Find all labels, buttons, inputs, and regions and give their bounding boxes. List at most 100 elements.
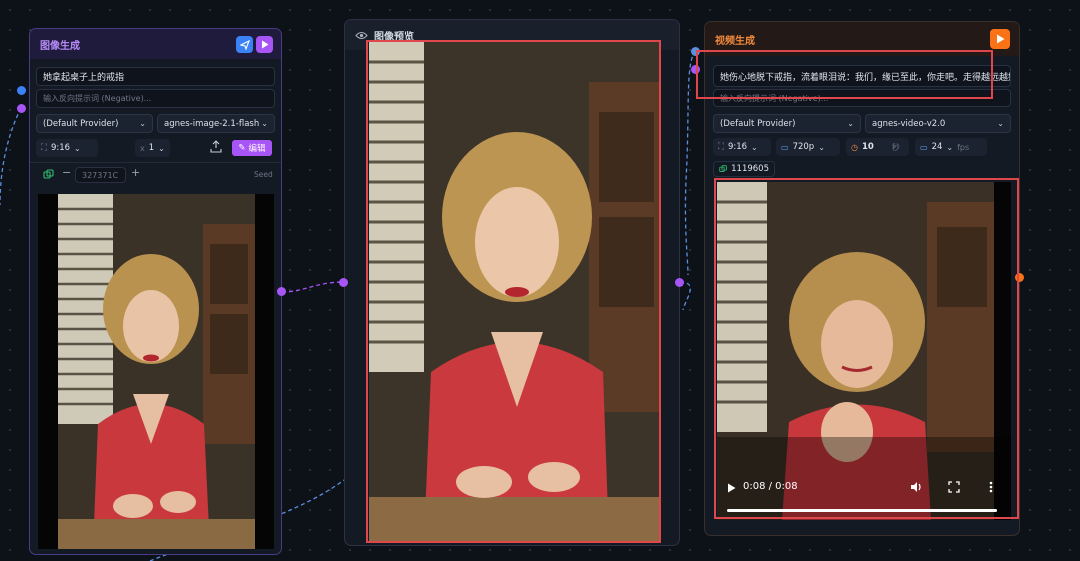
input-handle-blue[interactable] <box>17 86 26 95</box>
video-input-handle-purple[interactable] <box>691 65 700 74</box>
portrait-illustration-large <box>369 42 661 542</box>
seed-input[interactable]: 327371C <box>75 167 126 183</box>
play-pause-button[interactable] <box>727 483 736 493</box>
seed-increment-button[interactable]: + <box>131 166 140 179</box>
model-select[interactable]: agnes-image-2.1-flash ⌄ <box>157 114 275 133</box>
chevron-down-icon: ⌄ <box>751 142 758 152</box>
model-value: agnes-video-v2.0 <box>872 118 946 129</box>
monitor-icon: ▭ <box>781 142 789 152</box>
video-progress-track[interactable] <box>727 509 997 512</box>
video-prompt-text: 她伤心地脱下戒指，流着眼泪说：我们，缘已至此，你走吧。走得越远越好 <box>720 72 1011 83</box>
prompt-text: 她拿起桌子上的戒指 <box>43 73 125 83</box>
video-prompt-input[interactable]: 她伤心地脱下戒指，流着眼泪说：我们，缘已至此，你走吧。走得越远越好 <box>713 65 1011 87</box>
prompt-input[interactable]: 她拿起桌子上的戒指 <box>36 67 275 86</box>
resolution-value: 720p <box>792 142 815 152</box>
wire-image-to-preview <box>281 281 345 293</box>
video-generation-node: 视频生成 她伤心地脱下戒指，流着眼泪说：我们，缘已至此，你走吧。走得越远越好 输… <box>704 21 1020 536</box>
aspect-ratio-icon: ⛶ <box>41 143 47 153</box>
seed-label: Seed <box>254 170 273 179</box>
node-title: 视频生成 <box>715 35 755 47</box>
input-handle-purple[interactable] <box>17 104 26 113</box>
provider-value: (Default Provider) <box>43 118 119 129</box>
video-negative-prompt-input[interactable]: 输入反向提示词 (Negative)... <box>713 89 1011 107</box>
send-button[interactable] <box>236 36 253 53</box>
model-value: agnes-image-2.1-flash <box>164 118 260 129</box>
wire-input-left <box>0 107 22 206</box>
send-icon <box>239 39 250 50</box>
node-header: 视频生成 <box>705 22 1019 56</box>
fullscreen-button[interactable] <box>948 481 960 493</box>
chevron-down-icon: ⌄ <box>261 119 268 128</box>
fullscreen-icon <box>948 481 960 493</box>
preview-output-handle[interactable] <box>675 278 684 287</box>
clock-icon: ◷ <box>851 142 858 152</box>
edit-label: 编辑 <box>248 144 266 154</box>
provider-select[interactable]: (Default Provider) ⌄ <box>36 114 153 133</box>
fps-value: 24 <box>931 142 943 152</box>
edit-button[interactable]: ✎ 编辑 <box>232 140 272 156</box>
video-ratio-select[interactable]: ⛶ 9:16 ⌄ <box>713 138 771 156</box>
video-model-select[interactable]: agnes-video-v2.0 ⌄ <box>865 114 1011 133</box>
duration-input[interactable]: ◷ 10 秒 <box>846 138 909 156</box>
seed-value: 327371C <box>82 170 119 180</box>
chevron-down-icon: ⌄ <box>847 119 854 128</box>
negative-prompt-input[interactable]: 输入反向提示词 (Negative)... <box>36 89 275 108</box>
node-title: 图像预览 <box>374 31 414 43</box>
seed-icon <box>43 169 55 181</box>
video-seed-badge[interactable]: 1119605 <box>713 161 775 177</box>
duration-value: 10 <box>861 142 874 152</box>
chevron-down-icon: ⌄ <box>946 142 954 152</box>
ratio-value: 9:16 <box>50 143 71 153</box>
image-output-handle[interactable] <box>277 287 286 296</box>
provider-value: (Default Provider) <box>720 118 796 129</box>
more-options-button[interactable] <box>989 481 993 493</box>
run-button[interactable] <box>990 29 1010 49</box>
video-progress-fill <box>727 509 997 512</box>
seed-decrement-button[interactable]: − <box>62 166 71 179</box>
resolution-select[interactable]: ▭ 720p ⌄ <box>776 138 840 156</box>
image-preview-node: 图像预览 <box>344 19 680 546</box>
generated-image <box>38 194 274 549</box>
preview-input-handle[interactable] <box>339 278 348 287</box>
divider <box>30 162 281 163</box>
pencil-icon: ✎ <box>238 143 246 153</box>
seed-value: 1119605 <box>731 164 769 174</box>
video-player[interactable]: 0:08 / 0:08 <box>717 182 1011 520</box>
run-button[interactable] <box>256 36 273 53</box>
fps-select[interactable]: ▭ 24 ⌄ fps <box>915 138 987 156</box>
play-icon <box>261 40 268 49</box>
chevron-down-icon: ⌄ <box>74 143 81 153</box>
negative-placeholder: 输入反向提示词 (Negative)... <box>43 94 152 103</box>
count-prefix: x <box>140 143 145 153</box>
play-icon <box>996 34 1004 44</box>
eye-icon <box>355 31 368 39</box>
video-input-handle[interactable] <box>691 47 700 56</box>
negative-placeholder: 输入反向提示词 (Negative)... <box>720 93 829 103</box>
video-time: 0:08 / 0:08 <box>743 481 798 492</box>
node-title: 图像生成 <box>40 40 80 52</box>
video-frame-illustration <box>717 182 1011 520</box>
aspect-ratio-icon: ⛶ <box>718 142 724 152</box>
chevron-down-icon: ⌄ <box>158 143 165 153</box>
ratio-select[interactable]: ⛶ 9:16 ⌄ <box>36 139 98 157</box>
chevron-down-icon: ⌄ <box>997 119 1004 128</box>
volume-button[interactable] <box>910 481 923 493</box>
duration-unit: 秒 <box>891 142 900 152</box>
video-provider-select[interactable]: (Default Provider) ⌄ <box>713 114 861 133</box>
play-icon <box>728 483 736 493</box>
more-vertical-icon <box>989 481 993 493</box>
video-output-handle[interactable] <box>1015 273 1024 282</box>
image-generation-node: 图像生成 她拿起桌子上的戒指 输入反向提示词 (Negative)... (De… <box>29 28 282 555</box>
count-select[interactable]: x 1 ⌄ <box>135 139 170 157</box>
upload-icon[interactable] <box>210 140 224 156</box>
wire-video-input <box>684 50 697 276</box>
ratio-value: 9:16 <box>727 142 748 152</box>
chevron-down-icon: ⌄ <box>139 119 146 128</box>
count-value: 1 <box>148 143 155 153</box>
volume-icon <box>911 482 921 492</box>
fps-unit: fps <box>957 142 970 152</box>
seed-icon <box>719 165 727 172</box>
video-controls: 0:08 / 0:08 <box>717 474 1011 520</box>
film-icon: ▭ <box>920 142 928 152</box>
preview-image <box>369 42 661 542</box>
